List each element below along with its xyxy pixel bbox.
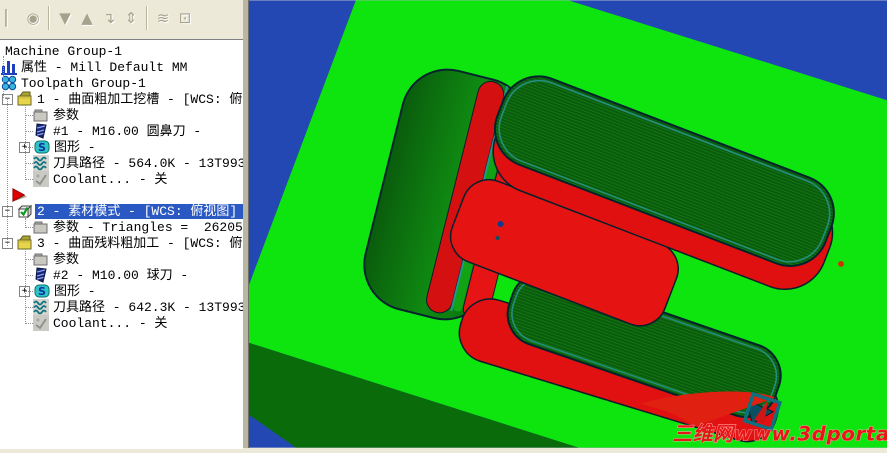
tree-row-label: 图形 - xyxy=(54,139,96,155)
tree-row-label: 参数 - Triangles = 262052 - 81 xyxy=(53,219,243,235)
move-up-icon[interactable]: ▲ xyxy=(77,8,97,28)
tree-connector xyxy=(7,98,8,246)
coolant-icon xyxy=(33,315,49,331)
insert-marker-row[interactable] xyxy=(0,187,243,203)
tree-connector xyxy=(25,179,33,180)
tree-connector xyxy=(25,131,33,132)
tree-row-label: 图形 - xyxy=(54,283,96,299)
stock-lock-icon[interactable]: ◉ xyxy=(23,8,43,28)
tree-row-label: 参数 xyxy=(53,251,80,267)
tree[interactable]: Machine Group-1 属性 - Mill Default MM Toolp… xyxy=(0,39,243,449)
tree-connector xyxy=(25,259,33,260)
tree-connector xyxy=(25,307,33,308)
insert-marker-icon xyxy=(12,188,28,202)
tree-connector xyxy=(25,291,33,292)
tree-row-label: 刀具路径 - 642.3K - 13T993-0.NC xyxy=(53,299,243,315)
svg-text:S: S xyxy=(38,141,46,154)
tree-connector xyxy=(25,147,33,148)
toolbar-separator xyxy=(48,6,50,30)
tree-row-label: Coolant... - 关 xyxy=(53,315,168,331)
coolant-icon xyxy=(33,171,49,187)
tree-row-label: 2 - 素材模式 - [WCS: 俯视图] - [刀 xyxy=(35,203,243,219)
tree-connector xyxy=(25,275,33,276)
rest-fleck xyxy=(838,260,845,267)
tree-row-label: Toolpath Group-1 xyxy=(21,75,146,91)
svg-text:S: S xyxy=(38,285,46,298)
verify-3d-view: 三维网www.3dportal.cn xyxy=(249,0,887,448)
toolpath-filter-icon[interactable]: ≋ xyxy=(153,8,173,28)
tree-connector xyxy=(25,323,33,324)
tree-row[interactable]: #2 - M10.00 球刀 - xyxy=(0,267,243,283)
tree-row[interactable]: −3 - 曲面残料粗加工 - [WCS: 俯视图] xyxy=(0,235,243,251)
tool-icon xyxy=(35,267,47,283)
parameters-icon xyxy=(33,109,48,122)
parameters-icon xyxy=(33,253,48,266)
tree-connector xyxy=(25,227,33,228)
stock-model-icon xyxy=(17,204,33,219)
select-entities-icon[interactable]: ⊡ xyxy=(175,8,195,28)
tree-row[interactable]: 刀具路径 - 642.3K - 13T993-0.NC xyxy=(0,299,243,315)
scroll-insert-icon[interactable]: ⇕ xyxy=(121,8,141,28)
move-down-icon[interactable]: ▼ xyxy=(55,8,75,28)
toolpath-file-icon xyxy=(33,155,49,171)
graphics-viewport[interactable]: 三维网www.3dportal.cn xyxy=(249,0,887,448)
tree-row-label: Coolant... - 关 xyxy=(53,171,168,187)
tree-row[interactable]: 参数 xyxy=(0,251,243,267)
operations-manager-panel: ▏ ◉ ▼ ▲ ↴ ⇕ ≋ ⊡ Machine Group-1 属性 - Mill Defaul… xyxy=(0,0,244,449)
tool-icon xyxy=(35,123,47,139)
gouge-speck xyxy=(497,221,504,227)
tree-row[interactable]: −1 - 曲面粗加工挖槽 - [WCS: 俯视图] xyxy=(0,91,243,107)
toolbar-icons: ▏ ◉ ▼ ▲ ↴ ⇕ ≋ ⊡ xyxy=(0,0,244,36)
tree-row-label: 属性 - Mill Default MM xyxy=(21,59,188,75)
tree-row-label: 1 - 曲面粗加工挖槽 - [WCS: 俯视图] xyxy=(37,91,243,107)
move-insert-arrow-icon[interactable]: ↴ xyxy=(99,8,119,28)
tree-row[interactable]: −2 - 素材模式 - [WCS: 俯视图] - [刀 xyxy=(0,203,243,219)
tree-row-label: 3 - 曲面残料粗加工 - [WCS: 俯视图] xyxy=(37,235,243,251)
watermark-text: 三维网www.3dportal.cn xyxy=(672,422,887,446)
tree-row[interactable]: #1 - M16.00 圆鼻刀 - xyxy=(0,123,243,139)
tree-row[interactable]: 参数 - Triangles = 262052 - 81 xyxy=(0,219,243,235)
tree-row-label: 参数 xyxy=(53,107,80,123)
tree-row-label: Machine Group-1 xyxy=(5,43,123,59)
clipped-left-icon[interactable]: ▏ xyxy=(1,8,21,28)
tree-row[interactable]: 属性 - Mill Default MM xyxy=(0,59,243,75)
tree-connector xyxy=(25,115,33,116)
gouge-speck xyxy=(495,235,500,240)
geometry-icon: S xyxy=(34,284,50,298)
parameters-icon xyxy=(33,221,48,234)
tree-row[interactable]: + S 图形 - xyxy=(0,283,243,299)
tree-row-label: #1 - M16.00 圆鼻刀 - xyxy=(53,123,202,139)
tree-row[interactable]: Coolant... - 关 xyxy=(0,171,243,187)
tree-row[interactable]: 参数 xyxy=(0,107,243,123)
toolpath-file-icon xyxy=(33,299,49,315)
geometry-icon: S xyxy=(34,140,50,154)
tree-connector xyxy=(3,56,4,98)
tree-row-label: 刀具路径 - 564.0K - 13T993-0.NC xyxy=(53,155,243,171)
tree-row[interactable]: Toolpath Group-1 xyxy=(0,75,243,91)
toolbar-separator xyxy=(146,6,148,30)
tree-connector xyxy=(25,163,33,164)
tree-row[interactable]: + S 图形 - xyxy=(0,139,243,155)
tree-row-label: #2 - M10.00 球刀 - xyxy=(53,267,189,283)
tree-row[interactable]: Coolant... - 关 xyxy=(0,315,243,331)
tree-row[interactable]: Machine Group-1 xyxy=(0,43,243,59)
tree-row[interactable]: 刀具路径 - 564.0K - 13T993-0.NC xyxy=(0,155,243,171)
